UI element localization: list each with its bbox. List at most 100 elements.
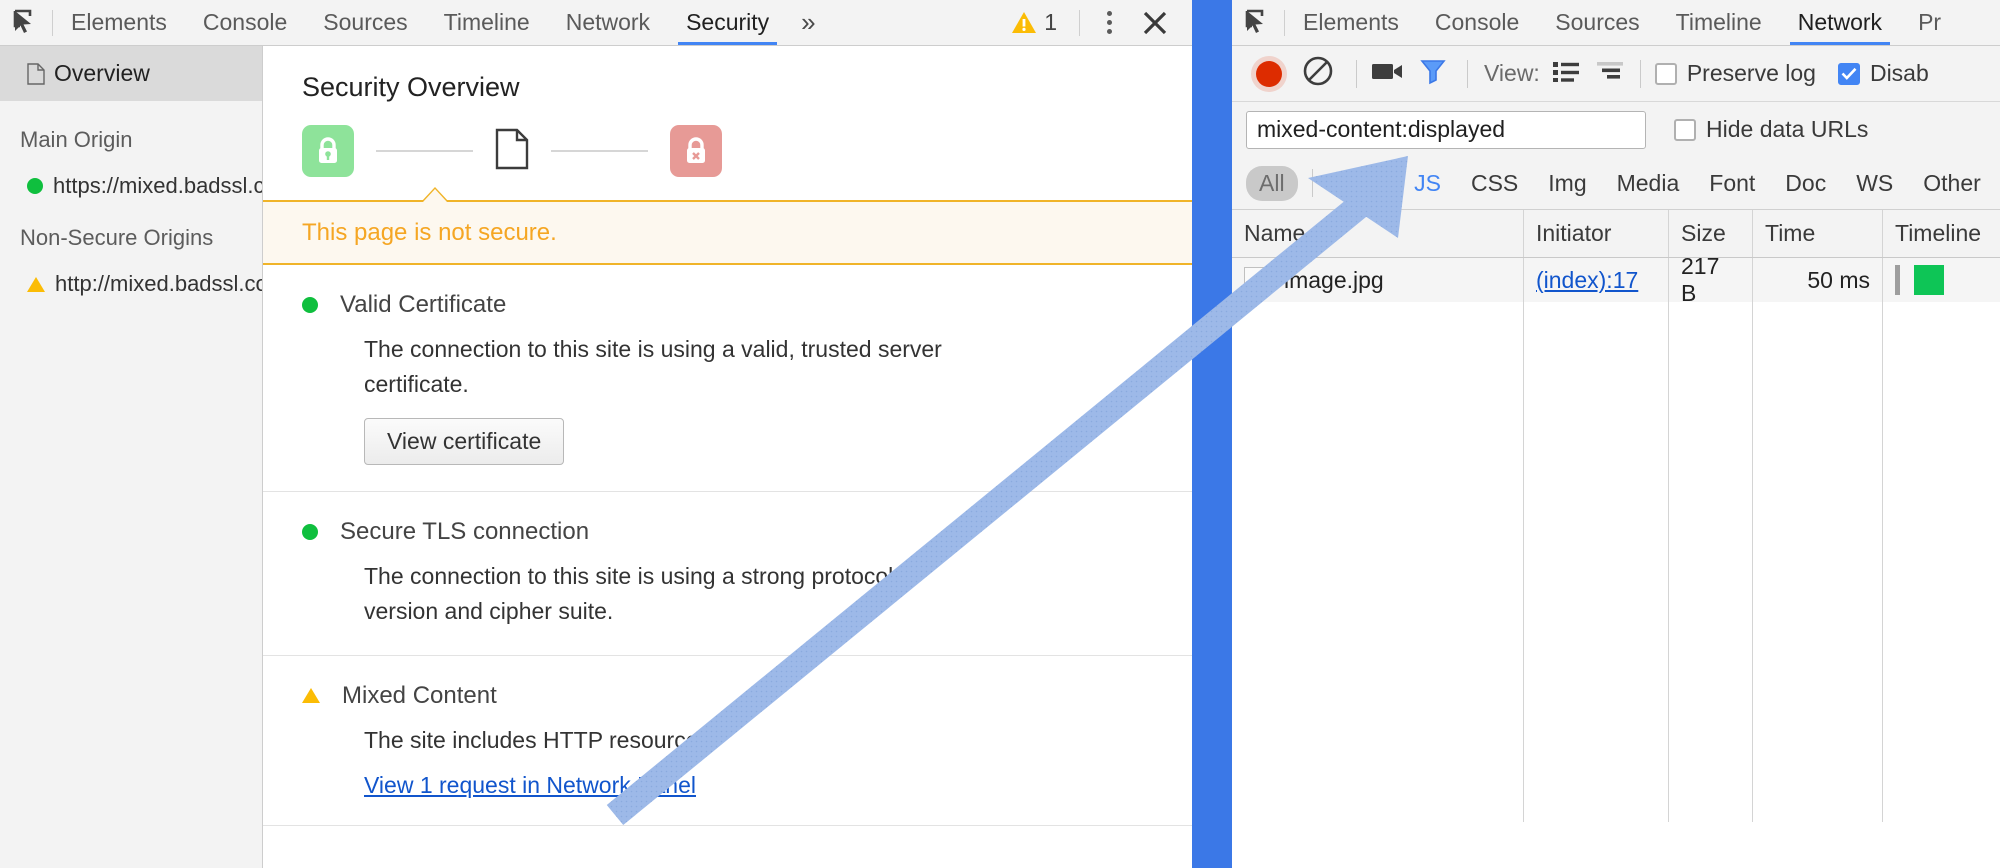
column-header-initiator[interactable]: Initiator: [1524, 210, 1669, 257]
warning-counter[interactable]: 1: [1011, 9, 1073, 36]
section-description: The site includes HTTP resources.: [364, 726, 717, 753]
network-panel-window: Elements Console Sources Timeline Networ…: [1232, 0, 2000, 868]
inspect-cursor-icon: [13, 9, 32, 33]
warning-triangle-icon: [27, 276, 45, 292]
empty-col-time: [1753, 302, 1883, 822]
cell-size: 217 B: [1669, 258, 1753, 302]
waterfall-view-button[interactable]: [1596, 59, 1626, 88]
disable-cache-checkbox[interactable]: Disab: [1837, 60, 1929, 87]
green-dot-icon: [27, 178, 43, 194]
type-filter-media[interactable]: Media: [1604, 166, 1693, 201]
checkbox-checked-icon: [1837, 62, 1860, 85]
network-requests-table: Name Initiator Size Time Timeline image.…: [1232, 210, 2000, 822]
toolbar-divider: [1079, 9, 1080, 36]
hide-data-urls-label: Hide data URLs: [1706, 116, 1869, 142]
page-icon: [27, 62, 45, 85]
tab-sources[interactable]: Sources: [1537, 0, 1657, 45]
type-filter-font[interactable]: Font: [1696, 166, 1768, 201]
section-description: The connection to this site is using a v…: [364, 336, 942, 397]
type-filter-xhr[interactable]: XHR: [1323, 166, 1398, 201]
tab-console[interactable]: Console: [185, 0, 305, 45]
clear-no-entry-icon: [1303, 56, 1333, 86]
tab-timeline[interactable]: Timeline: [1658, 0, 1780, 45]
tab-sources[interactable]: Sources: [305, 0, 425, 45]
tab-console[interactable]: Console: [1417, 0, 1537, 45]
type-filter-other[interactable]: Other: [1910, 166, 1994, 201]
sidebar-origin-insecure[interactable]: http://mixed.badssl.co: [0, 251, 262, 297]
sidebar-item-overview[interactable]: Overview: [0, 46, 262, 101]
filter-input[interactable]: mixed-content:displayed: [1246, 110, 1646, 149]
tab-network[interactable]: Network: [548, 0, 668, 45]
cell-time: 50 ms: [1753, 258, 1883, 302]
tab-network[interactable]: Network: [1780, 0, 1900, 45]
type-filter-js[interactable]: JS: [1401, 166, 1454, 201]
type-filter-doc[interactable]: Doc: [1772, 166, 1839, 201]
empty-col-name: [1232, 302, 1524, 822]
diagram-connector-right: [551, 150, 648, 152]
view-requests-in-network-panel-link[interactable]: View 1 request in Network Panel: [364, 772, 696, 799]
waterfall-view-icon: [1596, 62, 1623, 79]
left-devtools-tabbar: Elements Console Sources Timeline Networ…: [0, 0, 1192, 46]
filmstrip-camera-icon: [1372, 64, 1402, 79]
filter-toggle-button[interactable]: [1419, 57, 1447, 90]
section-description: The connection to this site is using a s…: [364, 562, 894, 624]
list-view-icon: [1552, 62, 1579, 82]
empty-col-size: [1669, 302, 1753, 822]
sidebar-origin-secure[interactable]: https://mixed.badssl.c: [0, 153, 262, 199]
funnel-filter-icon: [1420, 60, 1446, 85]
security-section-valid-certificate: Valid Certificate The connection to this…: [263, 265, 1192, 492]
security-sidebar: Overview Main Origin https://mixed.badss…: [0, 46, 263, 868]
preserve-log-checkbox[interactable]: Preserve log: [1654, 60, 1816, 87]
table-row[interactable]: image.jpg (index):17 217 B 50 ms: [1232, 258, 2000, 302]
section-heading-row: Secure TLS connection: [302, 518, 1192, 546]
list-view-button[interactable]: [1552, 59, 1580, 88]
cell-name: image.jpg: [1232, 258, 1524, 302]
tab-profiles[interactable]: Pr: [1900, 0, 1959, 45]
close-devtools-button[interactable]: [1132, 0, 1178, 45]
section-title: Valid Certificate: [340, 291, 507, 318]
tab-timeline[interactable]: Timeline: [426, 0, 548, 45]
type-filter-ws[interactable]: WS: [1843, 166, 1906, 201]
resource-type-filters: All XHR JS CSS Img Media Font Doc WS Oth…: [1232, 157, 2000, 210]
clear-requests-button[interactable]: [1302, 55, 1334, 92]
record-button-icon[interactable]: [1256, 60, 1282, 87]
sidebar-overview-label: Overview: [54, 60, 150, 86]
right-devtools-tabbar: Elements Console Sources Timeline Networ…: [1232, 0, 2000, 46]
inspect-element-button[interactable]: [0, 0, 52, 45]
filmstrip-button[interactable]: [1371, 59, 1405, 88]
cell-timeline: [1883, 258, 2000, 302]
column-header-timeline[interactable]: Timeline: [1883, 210, 2000, 257]
tab-elements[interactable]: Elements: [1285, 0, 1417, 45]
toolbar-divider: [1356, 59, 1357, 88]
devtools-menu-button[interactable]: [1086, 0, 1132, 45]
type-filter-css[interactable]: CSS: [1458, 166, 1531, 201]
tab-security[interactable]: Security: [668, 0, 787, 45]
inspect-cursor-icon: [1245, 9, 1264, 33]
notice-text: This page is not secure.: [302, 218, 557, 246]
green-lock-icon: [302, 125, 354, 177]
security-summary-diagram: [263, 103, 1192, 177]
section-heading-row: Mixed Content: [302, 682, 1192, 710]
empty-col-timeline: [1883, 302, 2000, 822]
panel-divider: [1192, 0, 1232, 868]
tabbar-right-controls: 1: [1011, 0, 1192, 45]
table-empty-area: [1232, 302, 2000, 822]
type-filter-all[interactable]: All: [1246, 165, 1298, 201]
column-header-size[interactable]: Size: [1669, 210, 1753, 257]
sidebar-origin-label: http://mixed.badssl.co: [55, 271, 263, 296]
initiator-link[interactable]: (index):17: [1536, 267, 1638, 294]
empty-col-initiator: [1524, 302, 1669, 822]
type-filter-img[interactable]: Img: [1535, 166, 1599, 201]
column-header-name[interactable]: Name: [1232, 210, 1524, 257]
column-header-time[interactable]: Time: [1753, 210, 1883, 257]
diagram-connector-left: [376, 150, 473, 152]
timeline-bar: [1914, 265, 1944, 295]
toolbar-divider: [1467, 59, 1468, 88]
page-document-icon: [495, 128, 529, 175]
inspect-element-button[interactable]: [1232, 0, 1284, 45]
more-tabs-button[interactable]: »: [787, 0, 829, 45]
view-certificate-button[interactable]: View certificate: [364, 417, 565, 465]
tab-elements[interactable]: Elements: [53, 0, 185, 45]
hide-data-urls-checkbox[interactable]: Hide data URLs: [1674, 116, 1868, 143]
warning-triangle-icon: [302, 688, 320, 704]
